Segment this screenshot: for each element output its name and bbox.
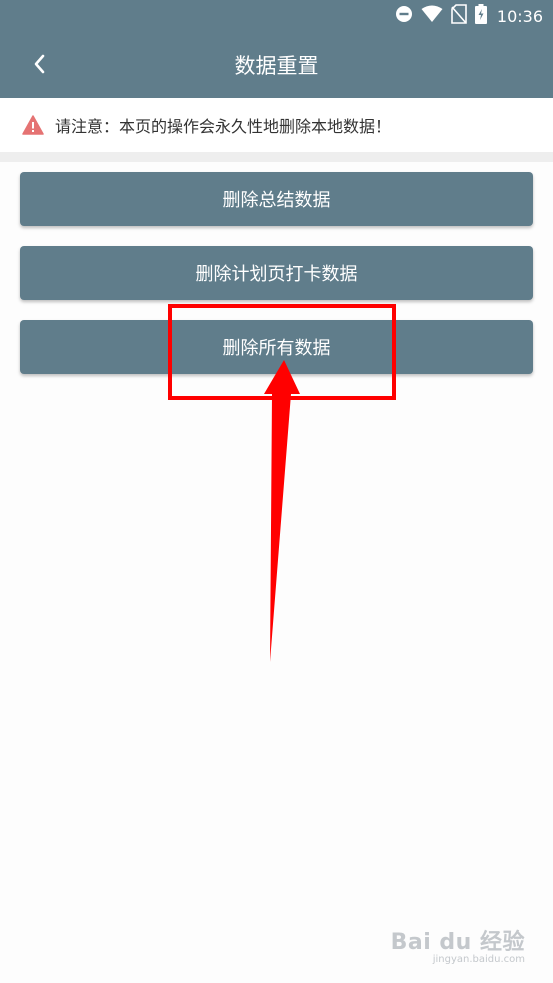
annotation-arrow: [264, 360, 300, 662]
status-bar: 10:36: [0, 0, 553, 32]
section-divider: [0, 152, 553, 162]
delete-summary-data-button[interactable]: 删除总结数据: [20, 172, 533, 226]
page-title: 数据重置: [234, 54, 319, 78]
wifi-icon: [421, 5, 443, 27]
app-bar: 10:36 数据重置: [0, 0, 553, 98]
warning-text: 请注意：本页的操作会永久性地删除本地数据！: [55, 117, 392, 136]
warning-triangle-icon: [22, 115, 44, 135]
status-icons: 10:36: [395, 4, 543, 28]
watermark: Bai du 经验 jingyan.baidu.com: [391, 924, 525, 965]
do-not-disturb-icon: [395, 5, 413, 27]
battery-charging-icon: [474, 4, 487, 28]
status-time: 10:36: [496, 6, 543, 26]
delete-all-data-button[interactable]: 删除所有数据: [20, 320, 533, 374]
no-sim-icon: [451, 4, 467, 28]
warning-notice: 请注意：本页的操作会永久性地删除本地数据！: [0, 98, 553, 152]
delete-plan-checkin-data-button[interactable]: 删除计划页打卡数据: [20, 246, 533, 300]
watermark-logo: Bai du 经验: [390, 930, 525, 955]
